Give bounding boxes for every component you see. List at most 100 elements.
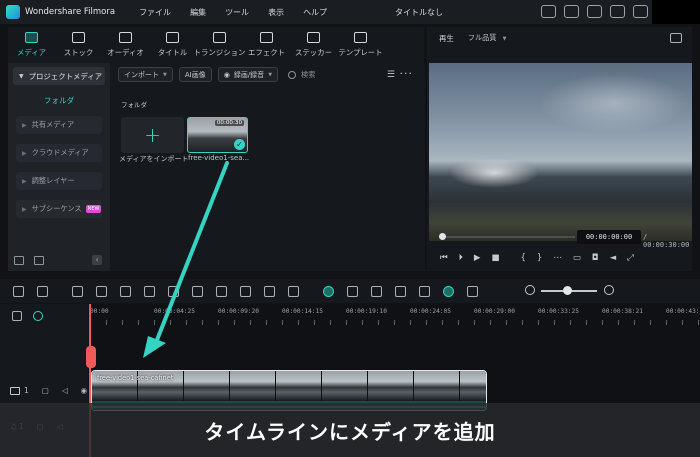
ruler-minor-tick bbox=[138, 320, 139, 325]
camera-icon[interactable]: ◘ bbox=[592, 253, 599, 263]
folder-icon[interactable] bbox=[34, 256, 44, 265]
cut-icon[interactable] bbox=[144, 285, 155, 297]
ruler-minor-tick bbox=[586, 320, 587, 325]
tab-effect[interactable]: エフェクト bbox=[243, 27, 290, 63]
sidebar-item-adjustment-layer[interactable]: ▶ 調整レイヤー bbox=[16, 172, 102, 190]
caret-right-icon: ▶ bbox=[22, 121, 27, 129]
step-back-icon[interactable]: ⏵ bbox=[459, 253, 463, 263]
snap-icon[interactable] bbox=[443, 285, 454, 297]
sidebar-item-folder[interactable]: フォルダ bbox=[8, 95, 110, 106]
select-tool-icon[interactable] bbox=[37, 285, 48, 297]
prev-frame-icon[interactable]: ⏮ bbox=[440, 253, 448, 263]
layout-icon[interactable] bbox=[13, 285, 24, 297]
color-icon[interactable] bbox=[240, 285, 251, 297]
zoom-out-icon[interactable] bbox=[525, 285, 535, 295]
menu-help[interactable]: ヘルプ bbox=[303, 7, 327, 18]
sidebar-item-sub-sequence[interactable]: ▶ サブシーケンス NEW bbox=[16, 200, 102, 218]
display-icon[interactable]: ▭ bbox=[573, 253, 581, 263]
ruler-minor-tick bbox=[394, 320, 395, 325]
quality-select[interactable]: フル品質 ▼ bbox=[468, 33, 507, 43]
current-timecode[interactable]: 00:00:00:00 bbox=[577, 230, 641, 244]
menu-file[interactable]: ファイル bbox=[139, 7, 171, 18]
video-track-icon bbox=[10, 386, 20, 395]
playback-progress-bar[interactable] bbox=[441, 236, 575, 238]
menu-edit[interactable]: 編集 bbox=[190, 7, 206, 18]
filter-icon[interactable]: ☰ bbox=[387, 70, 395, 80]
tab-template[interactable]: テンプレート bbox=[337, 27, 384, 63]
ai-image-button[interactable]: AI画像 bbox=[178, 67, 212, 82]
menu-tools[interactable]: ツール bbox=[225, 7, 249, 18]
speed-icon[interactable] bbox=[216, 285, 227, 297]
tab-title[interactable]: タイトル bbox=[149, 27, 196, 63]
ruler-minor-tick bbox=[490, 320, 491, 325]
ai-companion-icon[interactable] bbox=[323, 285, 334, 297]
template-icon bbox=[354, 32, 367, 43]
shield-icon[interactable] bbox=[371, 285, 382, 297]
music-icon[interactable] bbox=[419, 285, 430, 297]
fullscreen-icon[interactable]: ⤢ bbox=[627, 253, 634, 263]
speaker-icon[interactable]: ◁ bbox=[62, 386, 68, 395]
link-icon[interactable] bbox=[33, 311, 43, 321]
sidebar-item-project-media[interactable]: ▼ プロジェクトメディア bbox=[13, 67, 105, 85]
new-folder-icon[interactable] bbox=[14, 256, 24, 265]
microphone-icon[interactable] bbox=[395, 285, 406, 297]
mark-in-icon[interactable]: { bbox=[521, 253, 526, 263]
ruler-minor-tick bbox=[362, 320, 363, 325]
split-icon[interactable] bbox=[467, 285, 478, 297]
tab-media[interactable]: メディア bbox=[8, 27, 55, 63]
search-input[interactable]: 検索 bbox=[301, 70, 315, 80]
menu-view[interactable]: 表示 bbox=[268, 7, 284, 18]
playhead-handle[interactable] bbox=[86, 346, 96, 368]
stop-icon[interactable]: ■ bbox=[491, 253, 499, 263]
more-options-icon[interactable]: ··· bbox=[400, 67, 414, 80]
import-button[interactable]: インポート ▼ bbox=[118, 67, 173, 82]
zoom-in-icon[interactable] bbox=[604, 285, 614, 295]
tab-sticker[interactable]: ステッカー bbox=[290, 27, 337, 63]
grid-icon[interactable] bbox=[633, 5, 648, 18]
preview-sun-glow bbox=[449, 158, 539, 188]
clip-thumbnail-frame bbox=[460, 371, 486, 401]
ruler-tick-label: 00:00:24:05 bbox=[410, 308, 451, 315]
progress-knob[interactable] bbox=[439, 233, 446, 240]
ai-icon[interactable] bbox=[264, 285, 275, 297]
undo-icon[interactable] bbox=[72, 285, 83, 297]
monitor-icon[interactable] bbox=[541, 5, 556, 18]
sidebar-item-shared-media[interactable]: ▶ 共有メディア bbox=[16, 116, 102, 134]
sparkle-icon bbox=[260, 32, 273, 43]
tab-transition[interactable]: トランジション bbox=[194, 27, 245, 63]
eye-icon[interactable]: ◉ bbox=[81, 386, 88, 395]
text-icon[interactable] bbox=[192, 285, 203, 297]
tab-stock[interactable]: ストック bbox=[55, 27, 102, 63]
ruler-tick-label: 00:00:19:10 bbox=[346, 308, 387, 315]
sidebar-item-cloud-media[interactable]: ▶ クラウドメディア bbox=[16, 144, 102, 162]
sidebar-footer bbox=[14, 256, 54, 265]
folder-icon[interactable]: ▢ bbox=[42, 386, 49, 395]
collapse-sidebar-button[interactable]: ‹ bbox=[92, 255, 102, 265]
ruler-minor-tick bbox=[698, 320, 699, 325]
play-icon[interactable]: ▶ bbox=[474, 253, 481, 263]
tab-audio[interactable]: オーディオ bbox=[102, 27, 149, 63]
media-toolbar: インポート ▼ AI画像 ◉ 録画/録音 ▼ 検索 bbox=[118, 67, 315, 82]
more-tools-icon[interactable] bbox=[288, 285, 299, 297]
more-player-icon[interactable]: ⋯ bbox=[553, 253, 562, 263]
save-icon[interactable] bbox=[564, 5, 579, 18]
menu-bar: ファイル 編集 ツール 表示 ヘルプ bbox=[139, 7, 346, 18]
mark-out-icon[interactable]: } bbox=[537, 253, 542, 263]
volume-icon[interactable]: ◄ bbox=[610, 253, 617, 263]
headset-icon[interactable] bbox=[610, 5, 625, 18]
caret-right-icon: ▶ bbox=[22, 205, 27, 213]
zoom-slider-knob[interactable] bbox=[563, 286, 572, 295]
crop-icon[interactable] bbox=[168, 285, 179, 297]
add-track-icon[interactable] bbox=[12, 311, 22, 321]
delete-icon[interactable] bbox=[120, 285, 131, 297]
redo-icon[interactable] bbox=[96, 285, 107, 297]
import-media-tile[interactable]: + bbox=[121, 117, 184, 153]
render-icon[interactable] bbox=[347, 285, 358, 297]
snapshot-icon[interactable] bbox=[670, 33, 682, 43]
cloud-upload-icon[interactable] bbox=[587, 5, 602, 18]
record-button[interactable]: ◉ 録画/録音 ▼ bbox=[217, 67, 279, 82]
timeline-ruler[interactable]: 00:00 00:00:04:25 00:00:09:20 00:00:14:15 00… bbox=[88, 304, 700, 326]
media-clip-thumbnail[interactable]: 00:00:30 ✓ bbox=[187, 117, 248, 153]
ruler-minor-tick bbox=[650, 320, 651, 325]
caption-text: タイムラインにメディアを追加 bbox=[204, 419, 496, 444]
